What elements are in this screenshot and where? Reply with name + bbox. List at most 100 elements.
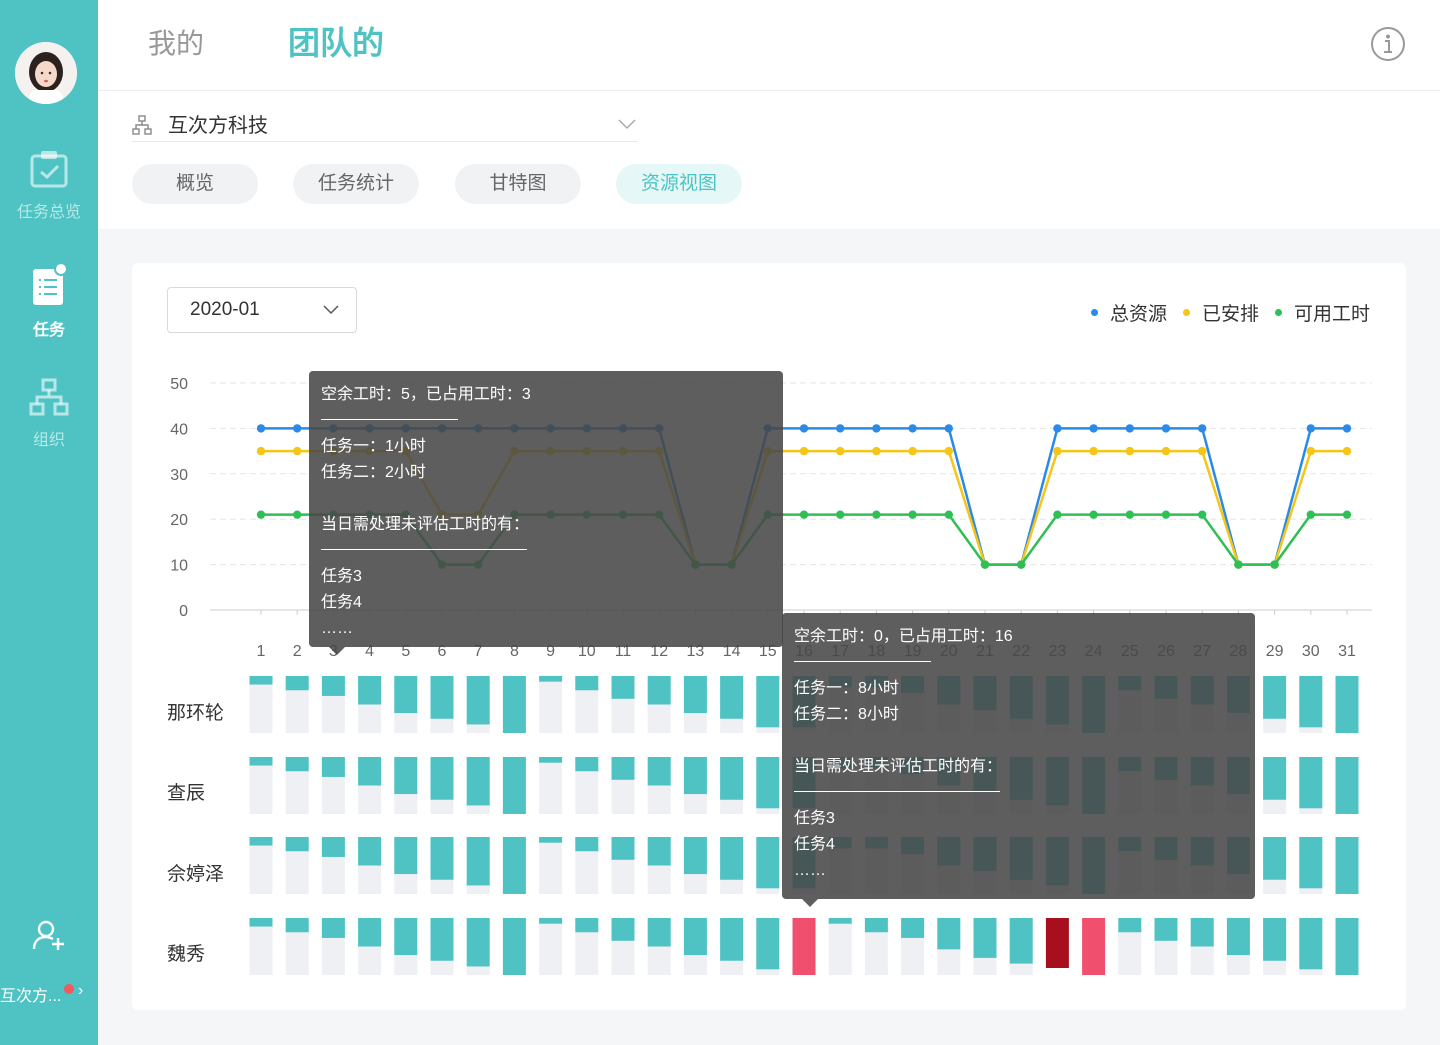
usage-bar (285, 918, 309, 933)
data-point (293, 424, 302, 433)
usage-bar (394, 757, 418, 795)
usage-bar (358, 837, 382, 866)
usage-bar (647, 676, 671, 705)
usage-bar (249, 837, 273, 846)
org-chart-icon (132, 115, 152, 135)
usage-bar (756, 757, 780, 809)
tooltip-arrow (802, 899, 818, 907)
usage-bar (575, 676, 599, 691)
usage-bar (1009, 918, 1033, 964)
task-list-icon (33, 262, 68, 305)
usage-bar (1263, 676, 1287, 719)
capacity-bar (539, 757, 563, 814)
tooltip-unestimated-title: 当日需处理未评估工时的有： (321, 516, 530, 533)
usage-bar (430, 676, 454, 719)
data-point (799, 510, 809, 519)
usage-bar (1263, 757, 1287, 800)
usage-bar (539, 757, 563, 763)
usage-bar (611, 918, 635, 941)
info-icon[interactable] (1370, 26, 1406, 62)
user-avatar[interactable] (15, 42, 77, 104)
tooltip-unestimated-title: 当日需处理未评估工时的有： (794, 758, 1003, 775)
usage-bar (756, 837, 780, 889)
person-name: 那环轮 (167, 703, 225, 724)
data-point (293, 446, 302, 456)
nav-item-task-overview[interactable]: 任务总览 (0, 148, 98, 222)
usage-bar (647, 918, 671, 947)
usage-bar (611, 837, 635, 860)
day-tooltip: 空余工时：0，已占用工时：16 任务一：8小时 任务二：8小时 当日需处理未评估… (782, 613, 1255, 907)
tab-overview[interactable]: 概览 (132, 164, 258, 204)
usage-bar (249, 676, 273, 685)
tooltip-unestimated-item: 任务3 (794, 810, 835, 827)
person-name: 查辰 (167, 783, 206, 804)
usage-bar (575, 757, 599, 772)
usage-bar (466, 918, 490, 967)
usage-bar (720, 676, 744, 719)
tooltip-unestimated-item: 任务4 (321, 594, 362, 611)
tab-team[interactable]: 团队的 (288, 18, 384, 64)
tab-task-stats[interactable]: 任务统计 (293, 164, 419, 204)
nav-item-tasks[interactable]: 任务 (0, 262, 98, 340)
data-point (836, 424, 845, 433)
data-point (1017, 560, 1026, 569)
add-member-button[interactable] (0, 918, 98, 960)
org-chart-icon (29, 378, 69, 416)
tooltip-summary: 空余工时：5，已占用工时：3 (321, 386, 531, 403)
data-point (1342, 510, 1352, 519)
data-point (1053, 510, 1062, 519)
organization-select[interactable]: 互次方科技 (132, 107, 637, 142)
team-name: 互次方... (0, 988, 62, 1005)
usage-bar (720, 918, 744, 961)
tooltip-task: 任务二：2小时 (321, 464, 426, 481)
data-point (1125, 510, 1134, 519)
chevron-right-icon: › (78, 982, 84, 999)
usage-bar (539, 918, 563, 924)
usage-bar (647, 757, 671, 786)
usage-bar (249, 757, 273, 766)
data-point (799, 424, 809, 433)
sidebar: 任务总览 任务 组织 互次方... › (0, 0, 98, 1045)
usage-bar (394, 676, 418, 714)
tooltip-unestimated-item: 任务3 (321, 568, 362, 585)
data-point (1234, 560, 1243, 569)
tooltip-unestimated-item: …… (794, 862, 826, 879)
usage-bar (394, 918, 418, 956)
x-tick-label: 29 (1266, 643, 1284, 660)
x-tick-label: 31 (1338, 643, 1356, 660)
y-tick-label: 0 (179, 603, 188, 620)
data-point (1089, 424, 1098, 433)
nav-item-organization[interactable]: 组织 (0, 376, 98, 450)
data-point (1342, 446, 1352, 456)
overload-bar (792, 918, 816, 975)
data-point (799, 446, 809, 456)
usage-bar (1335, 837, 1359, 894)
team-switcher[interactable]: 互次方... › (0, 982, 98, 1006)
usage-bar (285, 676, 309, 691)
data-point (293, 510, 302, 519)
usage-bar (502, 676, 526, 733)
tab-mine[interactable]: 我的 (148, 22, 204, 62)
tab-resource-view[interactable]: 资源视图 (616, 164, 742, 204)
x-tick-label: 2 (293, 643, 302, 660)
data-point (1198, 510, 1207, 519)
usage-bar (321, 837, 345, 857)
usage-bar (285, 837, 309, 852)
usage-bar (539, 676, 563, 682)
data-point (908, 424, 917, 433)
top-bar: 我的 团队的 (98, 0, 1440, 91)
tooltip-task: 任务二：8小时 (794, 706, 899, 723)
data-point (872, 510, 881, 519)
y-tick-label: 40 (170, 421, 188, 438)
usage-bar (1263, 918, 1287, 961)
usage-bar (683, 918, 707, 956)
usage-bar (864, 918, 888, 933)
tab-gantt[interactable]: 甘特图 (455, 164, 581, 204)
usage-bar (683, 757, 707, 795)
usage-bar (720, 757, 744, 800)
usage-bar (321, 918, 345, 938)
usage-bar (1335, 757, 1359, 814)
y-tick-label: 20 (170, 512, 188, 529)
usage-bar (901, 918, 925, 938)
capacity-bar (539, 918, 563, 975)
